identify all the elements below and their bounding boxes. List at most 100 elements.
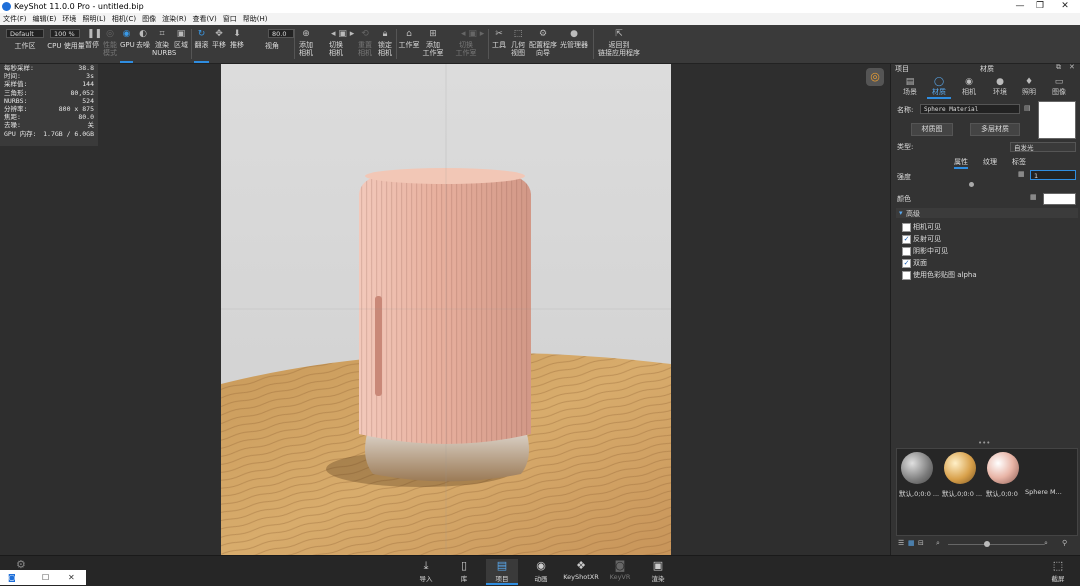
subtab-labels[interactable]: 标签 [1012,157,1026,167]
type-select[interactable]: 自发光 [1010,142,1076,152]
thumbnail-size-handle[interactable] [984,541,990,547]
menu-lighting[interactable]: 照明(L) [79,13,108,25]
menu-edit[interactable]: 编辑(E) [30,13,60,25]
reset-camera-button[interactable]: ⟲ 重置 相机 [356,27,374,61]
tab-material[interactable]: ◯ 材质 [927,77,951,99]
scene-icon: ▤ [905,77,915,87]
studio-button[interactable]: ⌂ 工作室 [398,27,420,61]
tab-environment[interactable]: ● 环境 [988,77,1012,97]
subtab-properties[interactable]: 属性 [954,157,968,169]
color-swatch[interactable] [1043,193,1076,205]
light-manager-button[interactable]: ● 光管理器 [559,27,589,61]
menu-image[interactable]: 图像 [139,13,159,25]
filter-icon[interactable]: ⚲ [1062,539,1067,547]
material-graph-button[interactable]: 材质图 [911,123,953,136]
texture-map-icon[interactable]: ▦ [1018,170,1025,178]
region-button[interactable]: ▣ 区域 [173,27,189,61]
menu-view[interactable]: 查看(V) [189,13,219,25]
panel-popout-icon[interactable]: ⧉ [1056,63,1061,72]
library-button[interactable]: ▯ 库 [448,559,480,583]
material-preview[interactable] [1038,101,1076,139]
panel-close-icon[interactable]: ✕ [1069,63,1075,71]
tools-button[interactable]: ✂ 工具 [491,27,507,61]
add-studio-label: 添加 工作室 [422,41,444,57]
menu-window[interactable]: 窗口 [220,13,240,25]
menu-camera[interactable]: 相机(C) [109,13,139,25]
pause-button[interactable]: ❚❚ 暂停 [85,27,103,61]
minimized-window-strip[interactable]: ◙ ☐ ✕ [0,570,86,585]
advanced-section-header[interactable] [896,208,1078,218]
menu-render[interactable]: 渲染(R) [159,13,189,25]
menu-file[interactable]: 文件(F) [0,13,30,25]
import-button[interactable]: ⤓ 导入 [410,559,442,583]
dolly-icon: ⬇ [233,29,241,39]
performance-mode-button[interactable]: ◎ 性能 模式 [101,27,119,61]
save-material-icon[interactable]: ▤ [1024,104,1031,112]
zoom-in-icon[interactable]: ⌕ [1044,539,1048,548]
render-button[interactable]: ▣ 渲染 [642,559,674,583]
material-thumbnail-label: Sphere M... [1025,488,1062,496]
tab-lighting[interactable]: ♦ 照明 [1017,77,1041,97]
add-camera-button[interactable]: ⊕ 添加 相机 [297,27,315,61]
checkbox-visible-to-camera[interactable] [902,223,911,232]
camera-settings-icon[interactable]: ◎ [866,68,884,86]
checkbox-visible-in-shadows[interactable] [902,247,911,256]
geometry-view-button[interactable]: ⬚ 几何 视图 [510,27,526,61]
gpu-button[interactable]: ◉ GPU [120,27,135,63]
subtab-textures[interactable]: 纹理 [983,157,997,167]
animation-button[interactable]: ◉ 动画 [525,559,557,583]
pan-button[interactable]: ✥ 平移 [211,27,227,61]
checkbox-use-color-alpha[interactable] [902,271,911,280]
tumble-button[interactable]: ↻ 翻滚 [194,27,209,63]
denoise-button[interactable]: ◐ 去噪 [135,27,151,61]
workspace-select[interactable]: Default [6,29,44,38]
stat-key: 分辨率: [4,104,28,113]
dolly-button[interactable]: ⬇ 推移 [229,27,245,61]
zoom-out-icon[interactable]: ⌕ [936,539,940,548]
lock-camera-button[interactable]: 🔒︎ 锁定 相机 [376,27,394,61]
checkbox-visible-in-reflections[interactable]: ✓ [902,235,911,244]
advanced-collapse-icon[interactable]: ▾ [899,209,903,217]
menu-environment[interactable]: 环境 [59,13,79,25]
render-view[interactable] [221,64,671,555]
back-to-linked-app-button[interactable]: ⇱ 返回到 链接应用程序 [597,27,641,61]
tab-camera[interactable]: ◉ 相机 [957,77,981,97]
keyshotxr-button[interactable]: ❖ KeyShotXR [563,559,599,581]
keyvr-button[interactable]: ◙ KeyVR [604,559,636,581]
pause-icon: ❚❚ [87,29,103,39]
window-title: KeyShot 11.0.0 Pro - untitled.bip [14,2,144,11]
color-texture-icon[interactable]: ▦ [1030,193,1037,201]
list-view-icon[interactable]: ☰ [898,539,904,547]
render-nurbs-button[interactable]: ⌗ 渲染 NURBS [152,27,176,61]
material-thumbnail[interactable] [987,452,1019,484]
intensity-input[interactable]: 1 [1030,170,1076,180]
screenshot-button[interactable]: ⬚ 截屏 [1042,559,1074,583]
panel-resize-handle[interactable]: ••• [978,439,990,447]
checkbox-two-sided[interactable]: ✓ [902,259,911,268]
tab-image[interactable]: ▭ 图像 [1047,77,1071,97]
intensity-slider-handle[interactable] [969,182,974,187]
reset-camera-icon: ⟲ [361,29,369,39]
tree-view-icon[interactable]: ⊟ [918,539,924,547]
mini-close-icon[interactable]: ✕ [68,570,75,585]
menu-help[interactable]: 帮助(H) [240,13,271,25]
thumbnail-size-slider[interactable] [948,544,1044,545]
cpu-usage-field[interactable]: 100 % [50,29,80,38]
material-thumbnail[interactable] [901,452,933,484]
close-button[interactable]: ✕ [1050,0,1080,13]
project-button[interactable]: ▤ 项目 [486,559,518,585]
stat-key: 采样值: [4,80,28,89]
add-studio-button[interactable]: ⊞ 添加 工作室 [422,27,444,61]
fov-field[interactable]: 80.0 [268,29,294,38]
tab-lighting-label: 照明 [1022,88,1036,96]
mini-restore-icon[interactable]: ☐ [42,570,49,585]
multi-layer-button[interactable]: 多层材质 [970,123,1020,136]
material-thumbnail[interactable] [944,452,976,484]
tab-scene[interactable]: ▤ 场景 [898,77,922,97]
switch-studio-button[interactable]: ◂ ▣ ▸ 切换 工作室 [452,27,485,61]
configurator-wizard-button[interactable]: ⚙ 配置程序 向导 [528,27,558,61]
pan-icon: ✥ [215,29,223,39]
switch-camera-button[interactable]: ◂ ▣ ▸ 切换 相机 [322,27,354,61]
material-name-input[interactable]: Sphere Material [920,104,1020,114]
grid-view-icon[interactable]: ▦ [908,539,915,547]
